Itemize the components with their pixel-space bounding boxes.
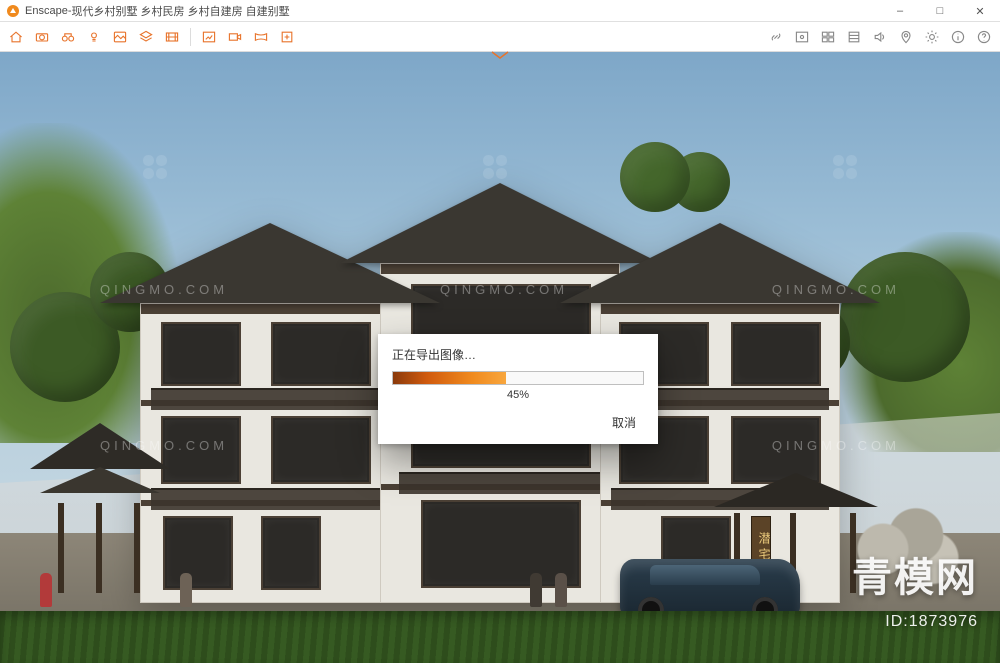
window-controls: – □ ✕ — [880, 0, 1000, 22]
eave — [141, 304, 399, 314]
minimize-glyph: – — [897, 5, 903, 17]
toolbar-right-group — [764, 25, 996, 49]
person — [555, 573, 567, 607]
light-icon[interactable] — [82, 25, 106, 49]
dialog-actions: 取消 — [392, 411, 644, 434]
scene-icon[interactable] — [108, 25, 132, 49]
person — [530, 573, 542, 607]
pavilion-post — [134, 503, 140, 593]
maximize-button[interactable]: □ — [920, 0, 960, 22]
help-icon[interactable] — [972, 25, 996, 49]
export-image-icon[interactable] — [197, 25, 221, 49]
person — [180, 573, 192, 607]
window — [161, 322, 241, 386]
toolbar-pulldown-icon[interactable] — [491, 51, 509, 59]
export-progress-dialog: 正在导出图像… 45% 取消 — [378, 334, 658, 444]
progress-fill — [393, 372, 506, 384]
toolbar — [0, 22, 1000, 52]
balcony — [151, 488, 389, 510]
sound-icon[interactable] — [868, 25, 892, 49]
pavilion-post — [96, 503, 102, 593]
window — [161, 416, 241, 484]
eave — [601, 304, 839, 314]
close-glyph: ✕ — [975, 5, 984, 18]
app-name: Enscape — [25, 5, 68, 17]
person — [40, 573, 52, 607]
window — [261, 516, 321, 590]
minimize-button[interactable]: – — [880, 0, 920, 22]
window — [163, 516, 233, 590]
progress-percent: 45% — [392, 389, 644, 401]
progress-bar — [392, 371, 644, 385]
render-viewport[interactable]: 潜宅 QINGMO.COM QINGMO.COM QINGMO.COM QING… — [0, 52, 1000, 663]
link-icon[interactable] — [764, 25, 788, 49]
home-icon[interactable] — [4, 25, 28, 49]
window — [731, 322, 821, 386]
pavilion-post — [58, 503, 64, 593]
pavilion-roof-upper — [30, 423, 170, 469]
map-pin-icon[interactable] — [894, 25, 918, 49]
app-logo-icon — [6, 4, 20, 18]
pavilion-roof-lower — [40, 467, 160, 493]
car — [620, 559, 800, 615]
toolbar-separator — [190, 28, 191, 46]
camera-icon[interactable] — [30, 25, 54, 49]
visual-settings-icon[interactable] — [842, 25, 866, 49]
roof-right — [560, 223, 880, 303]
document-title: 现代乡村别墅 乡村民房 乡村自建房 自建别墅 — [71, 3, 289, 19]
export-video-icon[interactable] — [223, 25, 247, 49]
balcony — [151, 388, 389, 410]
image-settings-icon[interactable] — [790, 25, 814, 49]
layers-icon[interactable] — [134, 25, 158, 49]
rockery — [850, 495, 960, 585]
close-button[interactable]: ✕ — [960, 0, 1000, 22]
export-exe-icon[interactable] — [275, 25, 299, 49]
film-icon[interactable] — [160, 25, 184, 49]
building-wing-left — [140, 303, 400, 603]
maximize-glyph: □ — [937, 5, 944, 17]
dialog-title: 正在导出图像… — [392, 346, 644, 363]
binoculars-icon[interactable] — [56, 25, 80, 49]
balcony — [399, 472, 601, 494]
window — [271, 322, 371, 386]
window — [271, 416, 371, 484]
foreground-hedge — [0, 611, 1000, 663]
title-bar: Enscape - 现代乡村别墅 乡村民房 乡村自建房 自建别墅 – □ ✕ — [0, 0, 1000, 22]
asset-library-icon[interactable] — [816, 25, 840, 49]
info-icon[interactable] — [946, 25, 970, 49]
sliders-icon[interactable] — [920, 25, 944, 49]
pavilion — [40, 423, 160, 593]
car-glass — [650, 565, 760, 585]
cancel-button[interactable]: 取消 — [604, 411, 644, 434]
export-pano-icon[interactable] — [249, 25, 273, 49]
